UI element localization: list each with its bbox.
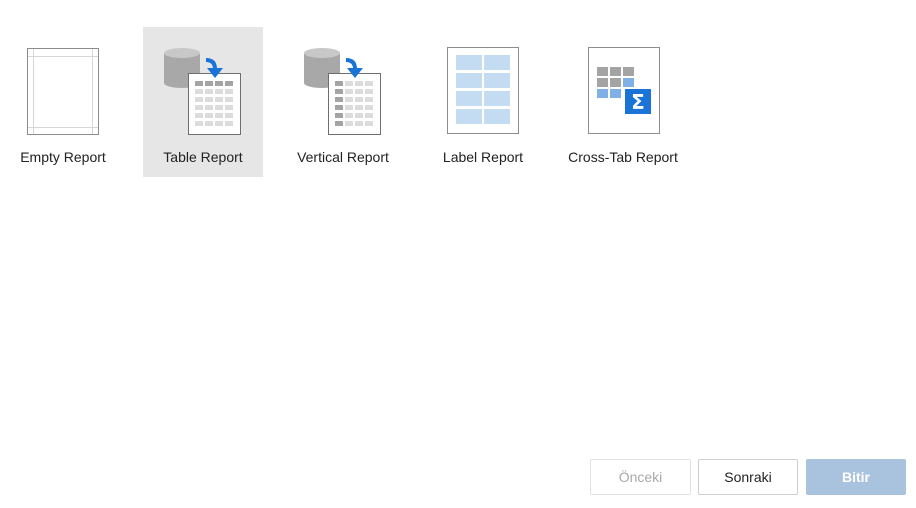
finish-button[interactable]: Bitir (806, 459, 906, 495)
report-type-table[interactable]: Table Report (143, 27, 263, 177)
report-type-label-report[interactable]: Label Report (423, 27, 543, 177)
report-type-label: Table Report (163, 149, 243, 165)
report-type-cross-tab[interactable]: Σ Cross-Tab Report (563, 27, 683, 177)
vertical-report-icon (304, 48, 381, 135)
report-type-label: Cross-Tab Report (568, 149, 678, 165)
report-type-label: Empty Report (20, 149, 106, 165)
previous-button[interactable]: Önceki (590, 459, 691, 495)
report-type-label: Label Report (442, 149, 524, 165)
cross-tab-report-icon: Σ (588, 47, 660, 134)
table-report-icon (164, 48, 241, 135)
report-type-empty[interactable]: Empty Report (3, 27, 123, 177)
label-report-icon (447, 47, 519, 134)
report-wizard: Empty Report Table Report Vertical Repor… (0, 0, 916, 508)
svg-text:Σ: Σ (631, 90, 645, 114)
empty-report-icon (27, 48, 99, 135)
next-button[interactable]: Sonraki (698, 459, 798, 495)
report-type-vertical[interactable]: Vertical Report (283, 27, 403, 177)
report-type-list: Empty Report Table Report Vertical Repor… (3, 27, 683, 177)
report-type-label: Vertical Report (297, 149, 389, 165)
